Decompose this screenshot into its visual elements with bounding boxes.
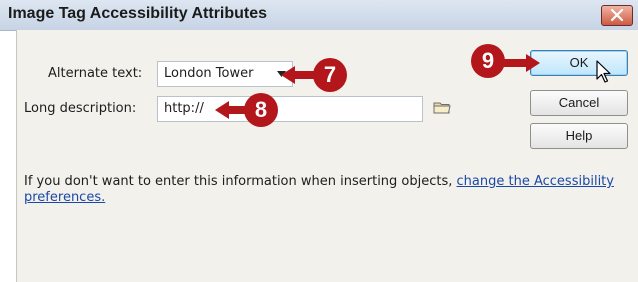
- dialog-title: Image Tag Accessibility Attributes: [8, 5, 268, 22]
- callout-badge-8: 8: [244, 93, 278, 127]
- title-bar: Image Tag Accessibility Attributes: [0, 0, 638, 31]
- alternate-text-combo[interactable]: London Tower: [157, 61, 293, 87]
- mouse-cursor-icon: [596, 60, 611, 83]
- info-message: If you don't want to enter this informat…: [24, 174, 638, 206]
- ok-button[interactable]: OK: [530, 50, 628, 76]
- callout-badge-7: 7: [313, 58, 347, 92]
- callout-arrow-7: [281, 66, 317, 84]
- folder-browse-icon[interactable]: [433, 100, 451, 115]
- close-button[interactable]: [601, 5, 633, 26]
- alternate-text-value[interactable]: London Tower: [164, 66, 253, 81]
- close-icon: [611, 9, 623, 21]
- long-description-label: Long description:: [24, 101, 137, 116]
- alternate-text-label: Alternate text:: [48, 66, 143, 81]
- cancel-button[interactable]: Cancel: [530, 90, 628, 116]
- info-text: If you don't want to enter this informat…: [24, 174, 457, 189]
- long-description-value[interactable]: http://: [164, 101, 204, 116]
- help-button[interactable]: Help: [530, 123, 628, 149]
- long-description-input[interactable]: http://: [157, 96, 423, 122]
- callout-arrow-9: [500, 54, 540, 72]
- accessibility-dialog: Image Tag Accessibility Attributes Alter…: [0, 0, 638, 282]
